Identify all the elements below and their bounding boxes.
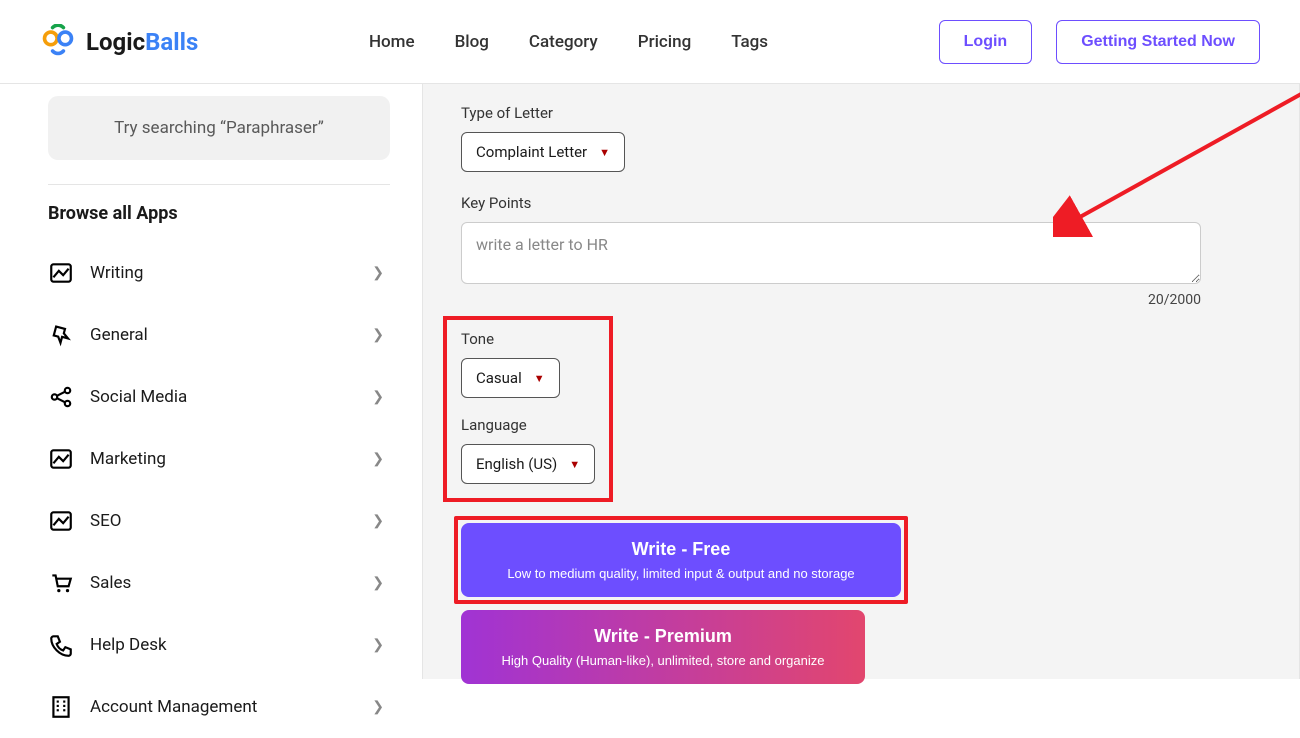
browse-title: Browse all Apps [48, 203, 390, 224]
nav-category[interactable]: Category [529, 32, 598, 52]
select-value: Casual [476, 369, 522, 387]
cta-title: Write - Premium [481, 626, 845, 647]
sidebar-item-label: General [90, 325, 148, 345]
tone-label: Tone [461, 330, 595, 348]
header: LogicBalls Home Blog Category Pricing Ta… [0, 0, 1300, 84]
tone-select[interactable]: Casual ▼ [461, 358, 560, 398]
sidebar-item-label: SEO [90, 511, 121, 531]
sidebar-item-label: Social Media [90, 387, 187, 407]
key-points-textarea[interactable] [461, 222, 1201, 284]
main-content: Type of Letter Complaint Letter ▼ Key Po… [422, 84, 1300, 679]
cta-section: Write - Free Low to medium quality, limi… [461, 516, 1261, 684]
sidebar: Try searching “Paraphraser” Browse all A… [0, 84, 422, 679]
write-free-highlight: Write - Free Low to medium quality, limi… [454, 516, 908, 604]
chevron-right-icon: ❯ [372, 389, 384, 405]
tone-field: Tone Casual ▼ [461, 330, 595, 398]
language-field: Language English (US) ▼ [461, 416, 595, 484]
sidebar-item-label: Help Desk [90, 635, 167, 655]
write-premium-button[interactable]: Write - Premium High Quality (Human-like… [461, 610, 865, 684]
sidebar-item-label: Marketing [90, 449, 166, 469]
logo[interactable]: LogicBalls [40, 24, 198, 60]
divider [48, 184, 390, 185]
chevron-right-icon: ❯ [372, 265, 384, 281]
sidebar-item-writing[interactable]: Writing ❯ [48, 242, 390, 304]
write-free-button[interactable]: Write - Free Low to medium quality, limi… [461, 523, 901, 597]
logo-icon [40, 24, 76, 60]
get-started-button[interactable]: Getting Started Now [1056, 20, 1260, 64]
type-of-letter-label: Type of Letter [461, 104, 1261, 122]
chevron-right-icon: ❯ [372, 699, 384, 715]
cta-title: Write - Free [481, 539, 881, 560]
sidebar-item-marketing[interactable]: Marketing ❯ [48, 428, 390, 490]
sidebar-item-social-media[interactable]: Social Media ❯ [48, 366, 390, 428]
chevron-right-icon: ❯ [372, 575, 384, 591]
phone-icon [48, 632, 74, 658]
sidebar-item-general[interactable]: General ❯ [48, 304, 390, 366]
nav-tags[interactable]: Tags [731, 32, 768, 52]
select-value: Complaint Letter [476, 143, 587, 161]
caret-down-icon: ▼ [534, 372, 545, 385]
header-actions: Login Getting Started Now [939, 20, 1260, 64]
caret-down-icon: ▼ [599, 146, 610, 159]
cta-subtitle: High Quality (Human-like), unlimited, st… [481, 653, 845, 668]
cart-icon [48, 570, 74, 596]
sidebar-item-sales[interactable]: Sales ❯ [48, 552, 390, 614]
chevron-right-icon: ❯ [372, 513, 384, 529]
sidebar-item-seo[interactable]: SEO ❯ [48, 490, 390, 552]
nav-home[interactable]: Home [369, 32, 415, 52]
main-nav: Home Blog Category Pricing Tags [369, 32, 768, 52]
language-select[interactable]: English (US) ▼ [461, 444, 595, 484]
chevron-right-icon: ❯ [372, 327, 384, 343]
type-of-letter-select[interactable]: Complaint Letter ▼ [461, 132, 625, 172]
login-button[interactable]: Login [939, 20, 1033, 64]
char-count: 20/2000 [461, 292, 1201, 308]
chevron-right-icon: ❯ [372, 637, 384, 653]
sidebar-item-label: Writing [90, 263, 143, 283]
sidebar-item-label: Sales [90, 573, 131, 593]
caret-down-icon: ▼ [569, 458, 580, 471]
nav-blog[interactable]: Blog [455, 32, 489, 52]
language-label: Language [461, 416, 595, 434]
building-icon [48, 694, 74, 720]
image-icon [48, 260, 74, 286]
sidebar-item-account-management[interactable]: Account Management ❯ [48, 676, 390, 738]
sidebar-item-help-desk[interactable]: Help Desk ❯ [48, 614, 390, 676]
image-icon [48, 508, 74, 534]
select-value: English (US) [476, 455, 557, 473]
search-input[interactable]: Try searching “Paraphraser” [48, 96, 390, 160]
cta-subtitle: Low to medium quality, limited input & o… [481, 566, 881, 581]
sidebar-item-label: Account Management [90, 697, 257, 717]
logo-text: LogicBalls [86, 28, 198, 56]
tone-language-highlight: Tone Casual ▼ Language English (US) ▼ [443, 316, 613, 502]
key-points-label: Key Points [461, 194, 1261, 212]
image-icon [48, 446, 74, 472]
chevron-right-icon: ❯ [372, 451, 384, 467]
share-icon [48, 384, 74, 410]
type-of-letter-field: Type of Letter Complaint Letter ▼ [461, 104, 1261, 172]
pin-icon [48, 322, 74, 348]
nav-pricing[interactable]: Pricing [638, 32, 692, 52]
key-points-field: Key Points 20/2000 [461, 194, 1261, 308]
